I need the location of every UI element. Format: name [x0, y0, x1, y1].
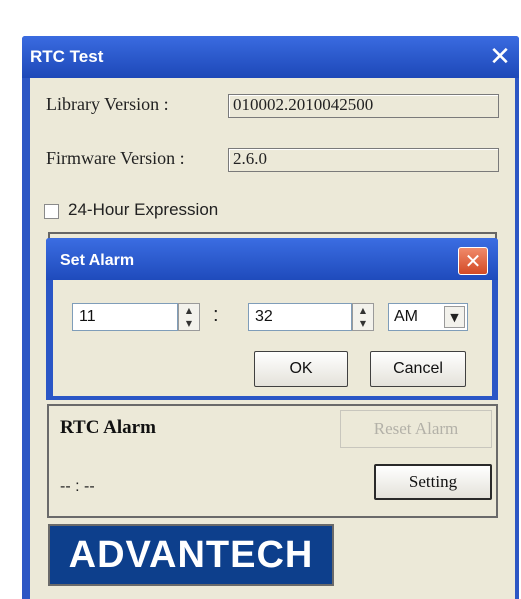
- minute-spinner[interactable]: ▲ ▼: [352, 303, 374, 331]
- cancel-button[interactable]: Cancel: [370, 351, 466, 387]
- close-icon[interactable]: ✕: [458, 247, 488, 275]
- library-version-label: Library Version :: [46, 94, 169, 114]
- chevron-down-icon[interactable]: ▼: [444, 306, 465, 328]
- hour-input[interactable]: 11: [72, 303, 178, 331]
- firmware-version-field: 2.6.0: [228, 148, 499, 172]
- library-version-field: 010002.2010042500: [228, 94, 499, 118]
- spin-up-icon[interactable]: ▲: [179, 304, 199, 317]
- set-alarm-title: Set Alarm: [60, 252, 135, 269]
- setting-button[interactable]: Setting: [374, 464, 492, 500]
- hour24-checkbox[interactable]: [44, 204, 59, 219]
- reset-alarm-button[interactable]: Reset Alarm: [340, 410, 492, 448]
- firmware-version-label: Firmware Version :: [46, 148, 185, 168]
- close-icon[interactable]: ✕: [484, 42, 516, 72]
- advantech-logo-text: ADVANTECH: [68, 534, 314, 576]
- ok-button[interactable]: OK: [254, 351, 348, 387]
- spin-up-icon[interactable]: ▲: [353, 304, 373, 317]
- rtc-alarm-title: RTC Alarm: [60, 417, 156, 438]
- minute-input[interactable]: 32: [248, 303, 352, 331]
- hour-spinner[interactable]: ▲ ▼: [178, 303, 200, 331]
- spin-down-icon[interactable]: ▼: [353, 317, 373, 330]
- alarm-time-display: -- : --: [60, 478, 95, 495]
- time-separator: :: [213, 304, 219, 326]
- hour24-label[interactable]: 24-Hour Expression: [68, 200, 218, 220]
- spin-down-icon[interactable]: ▼: [179, 317, 199, 330]
- window-title: RTC Test: [30, 47, 104, 66]
